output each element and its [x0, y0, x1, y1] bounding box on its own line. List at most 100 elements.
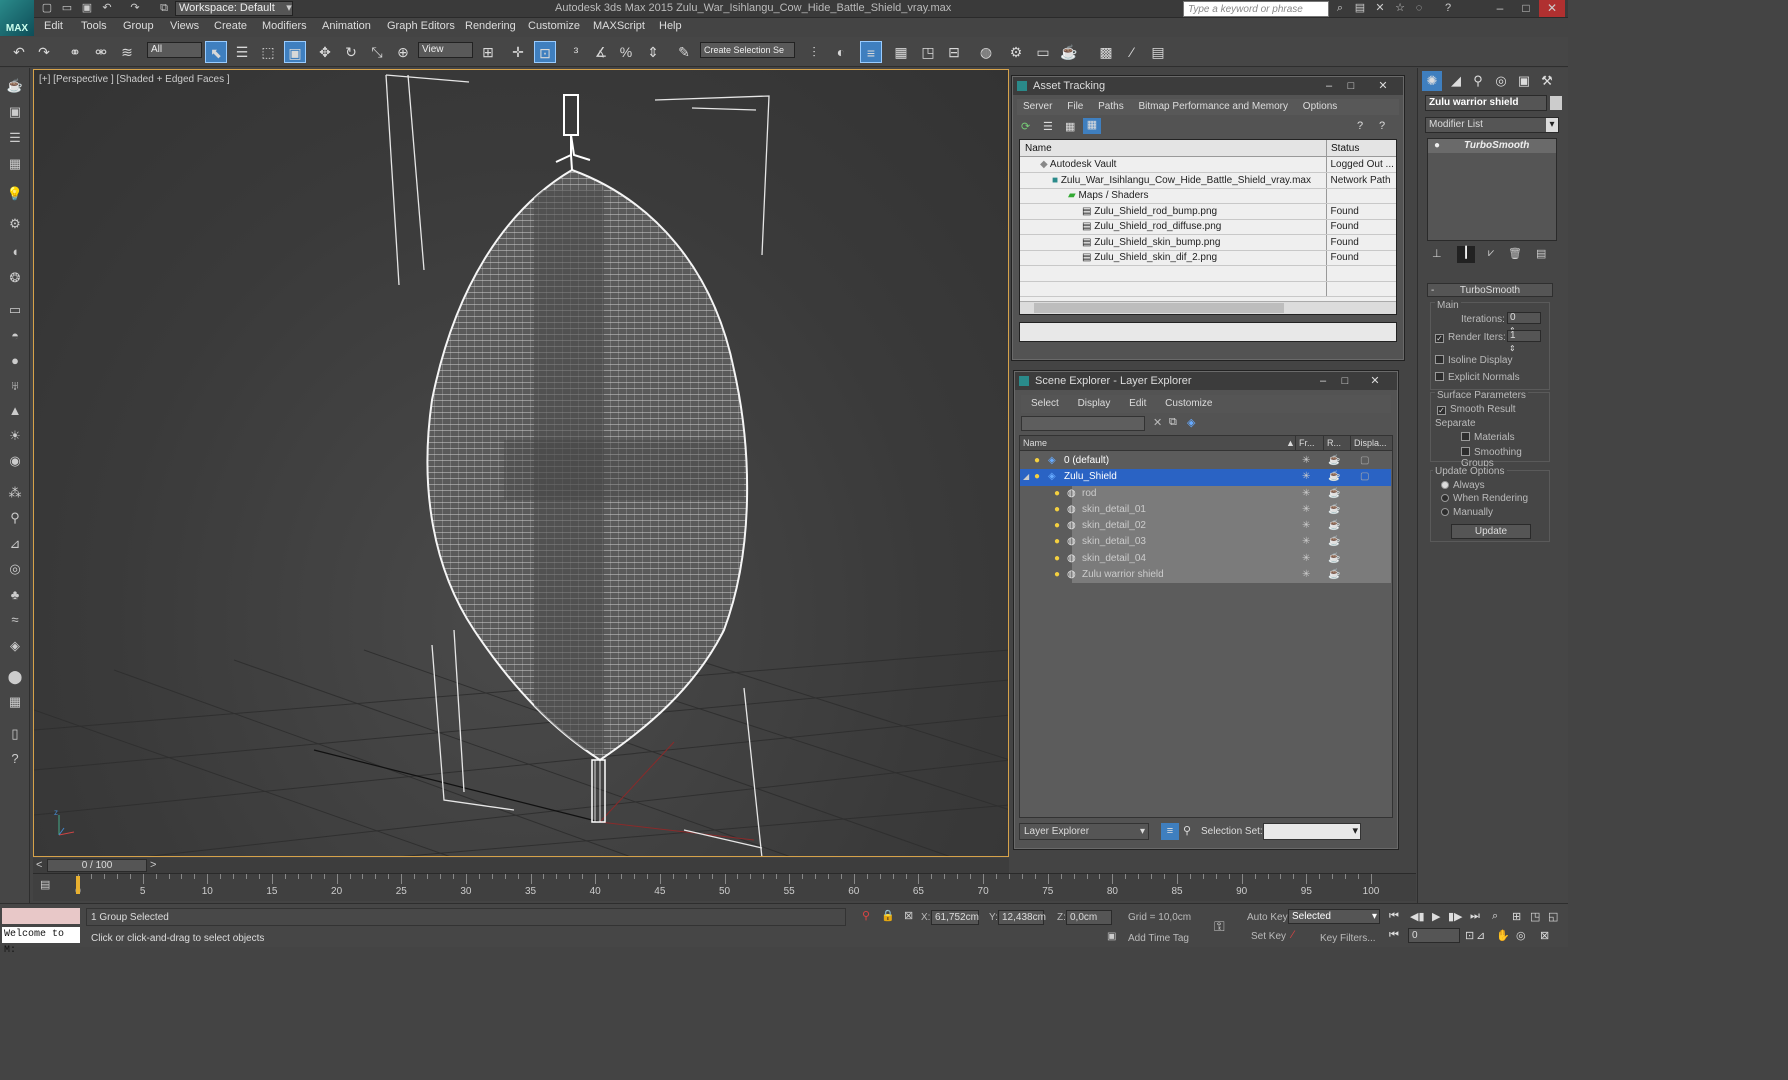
object-color-swatch[interactable]: [1550, 96, 1562, 110]
time-slider[interactable]: < 0 / 100 >: [33, 858, 1009, 873]
mirror-icon[interactable]: ⫶: [803, 41, 825, 63]
time-configuration-icon[interactable]: ⊡: [1465, 929, 1474, 942]
checkbox-checked[interactable]: ✓: [1435, 334, 1444, 343]
layer-row[interactable]: ● ◍ Zulu warrior shield ✳ ☕: [1054, 567, 1391, 584]
undo-icon[interactable]: ↶: [100, 2, 114, 15]
col-name-header[interactable]: Name: [1023, 438, 1047, 448]
helper-icon[interactable]: ⚙: [5, 214, 25, 234]
checkbox-checked[interactable]: ✓: [1437, 406, 1446, 415]
menu-animation[interactable]: Animation: [322, 20, 371, 32]
key-mode-toggle-icon[interactable]: ⏮: [1389, 929, 1399, 942]
toggle-scene-explorer-icon[interactable]: ≡: [860, 41, 882, 63]
menu-server[interactable]: Server: [1023, 101, 1052, 112]
freeze-icon[interactable]: ✳: [1302, 486, 1310, 502]
freeze-icon[interactable]: ✳: [1302, 534, 1310, 550]
table-row[interactable]: ◆ Autodesk Vault Logged Out ...: [1020, 157, 1396, 173]
expand-icon[interactable]: ◢: [1023, 469, 1029, 485]
new-file-icon[interactable]: ▢: [40, 2, 54, 15]
checkbox-unchecked[interactable]: [1435, 372, 1444, 381]
calculator-icon[interactable]: ▦: [5, 692, 25, 712]
menu-file[interactable]: File: [1067, 101, 1083, 112]
ball-icon[interactable]: ⬤: [5, 667, 25, 687]
close-button[interactable]: ✕: [1373, 77, 1393, 95]
curve-editor-icon[interactable]: ◳: [917, 41, 939, 63]
grid-view-icon[interactable]: ▦: [1083, 118, 1101, 134]
chevron-down-icon[interactable]: ▾: [282, 2, 296, 15]
select-object-icon[interactable]: ⬉: [205, 41, 227, 63]
render-setup-icon[interactable]: ⚙: [1005, 41, 1027, 63]
help-icon[interactable]: ?: [5, 749, 25, 769]
project-folder-icon[interactable]: ⧉: [157, 2, 171, 15]
key-mode-icon[interactable]: ⁄: [1292, 929, 1294, 941]
percent-snap-icon[interactable]: %: [615, 41, 637, 63]
particle-icon[interactable]: ❂: [5, 268, 25, 288]
current-frame-field[interactable]: 0: [1408, 928, 1460, 943]
col-status-header[interactable]: Status: [1326, 140, 1359, 157]
minimize-button[interactable]: –: [1313, 372, 1333, 390]
renderable-icon[interactable]: ☕: [1328, 551, 1340, 567]
freeze-icon[interactable]: ✳: [1302, 518, 1310, 534]
checkbox-unchecked[interactable]: [1435, 355, 1444, 364]
mini-curve-editor-icon[interactable]: ▤: [40, 878, 50, 891]
col-render-header[interactable]: R...: [1323, 436, 1341, 451]
display-tab-icon[interactable]: ▣: [1514, 71, 1534, 91]
select-manipulate-icon[interactable]: ✛: [507, 41, 529, 63]
orbit-icon[interactable]: ◎: [1516, 929, 1526, 942]
schematic-view-icon[interactable]: ⊟: [943, 41, 965, 63]
dome-icon[interactable]: ◓: [5, 326, 25, 346]
teapot-icon[interactable]: ☕: [5, 76, 25, 96]
menu-customize[interactable]: Customize: [528, 20, 580, 32]
explorer-mode-dropdown[interactable]: Layer Explorer ▾: [1019, 823, 1149, 840]
clear-icon[interactable]: ✕: [1153, 416, 1162, 429]
make-unique-icon[interactable]: ⩗: [1488, 247, 1494, 260]
hf-icon[interactable]: ≈: [5, 610, 25, 630]
plant-icon[interactable]: ♣: [5, 585, 25, 605]
key-icon[interactable]: ⚿: [1214, 918, 1225, 935]
add-time-tag[interactable]: Add Time Tag: [1128, 933, 1189, 944]
minimize-button[interactable]: –: [1487, 0, 1513, 17]
menu-maxscript[interactable]: MAXScript: [593, 20, 645, 32]
maximize-button[interactable]: □: [1513, 0, 1539, 17]
minimize-button[interactable]: –: [1319, 77, 1339, 95]
prev-frame-icon[interactable]: <: [36, 859, 42, 871]
maximize-viewport-icon[interactable]: ⊠: [1540, 929, 1549, 942]
layer-row[interactable]: ◢ ● ◈ Zulu_Shield ✳ ☕ ▢: [1020, 469, 1391, 486]
renderable-icon[interactable]: ☕: [1328, 486, 1340, 502]
checker-icon[interactable]: ▩: [1095, 41, 1117, 63]
light-bulb-icon[interactable]: ●: [1034, 469, 1040, 485]
timeline-ruler[interactable]: 0510152025303540455055606570758085909510…: [33, 873, 1416, 901]
globe-icon[interactable]: ◎: [5, 559, 25, 579]
move-icon[interactable]: ✥: [314, 41, 336, 63]
render-iters-spinner[interactable]: 1⇕: [1507, 330, 1549, 354]
table-row[interactable]: ▤ Zulu_Shield_skin_bump.png Found: [1020, 234, 1396, 251]
freeze-icon[interactable]: ✳: [1302, 551, 1310, 567]
angle-snap-icon[interactable]: ∡: [590, 41, 612, 63]
light-bulb-icon[interactable]: ●: [1054, 551, 1060, 567]
set-key-button[interactable]: Set Key: [1251, 931, 1286, 942]
checkbox-unchecked[interactable]: [1461, 432, 1470, 441]
file-icon[interactable]: ▯: [5, 724, 25, 744]
col-freeze-header[interactable]: Fr...: [1295, 436, 1315, 451]
ribbon-toggle-icon[interactable]: ▤: [1147, 41, 1169, 63]
show-end-result-icon[interactable]: ┃: [1457, 246, 1475, 263]
reference-coordinate-dropdown[interactable]: View: [418, 42, 473, 58]
freeze-icon[interactable]: ✳: [1302, 453, 1310, 469]
bind-spacewarp-icon[interactable]: ≋: [116, 41, 138, 63]
remove-modifier-icon[interactable]: 🗑: [1508, 247, 1522, 260]
perspective-viewport[interactable]: z [+] [Perspective ] [Shaded + Edged Fac…: [33, 69, 1009, 857]
align-icon[interactable]: ◐: [830, 41, 852, 63]
hierarchy-icon[interactable]: ⚲: [1183, 824, 1191, 837]
window-crossing-icon[interactable]: ▣: [284, 41, 306, 63]
table-row[interactable]: ■ Zulu_War_Isihlangu_Cow_Hide_Battle_Shi…: [1020, 172, 1396, 189]
maxscript-listener-pink[interactable]: [2, 908, 80, 924]
scrollbar-thumb[interactable]: [1034, 303, 1284, 313]
about-icon[interactable]: ?: [1379, 120, 1385, 132]
freeze-icon[interactable]: ✳: [1302, 469, 1310, 485]
radio-selected[interactable]: [1441, 481, 1449, 489]
particles-icon[interactable]: ⁂: [5, 483, 25, 503]
materials-checkbox[interactable]: Materials: [1461, 432, 1515, 443]
named-selection-set-dropdown[interactable]: Create Selection Se: [700, 42, 795, 58]
list-view-icon[interactable]: ☰: [1043, 120, 1053, 133]
iterations-value[interactable]: 0: [1507, 312, 1541, 325]
help-icon[interactable]: ?: [1441, 2, 1455, 15]
